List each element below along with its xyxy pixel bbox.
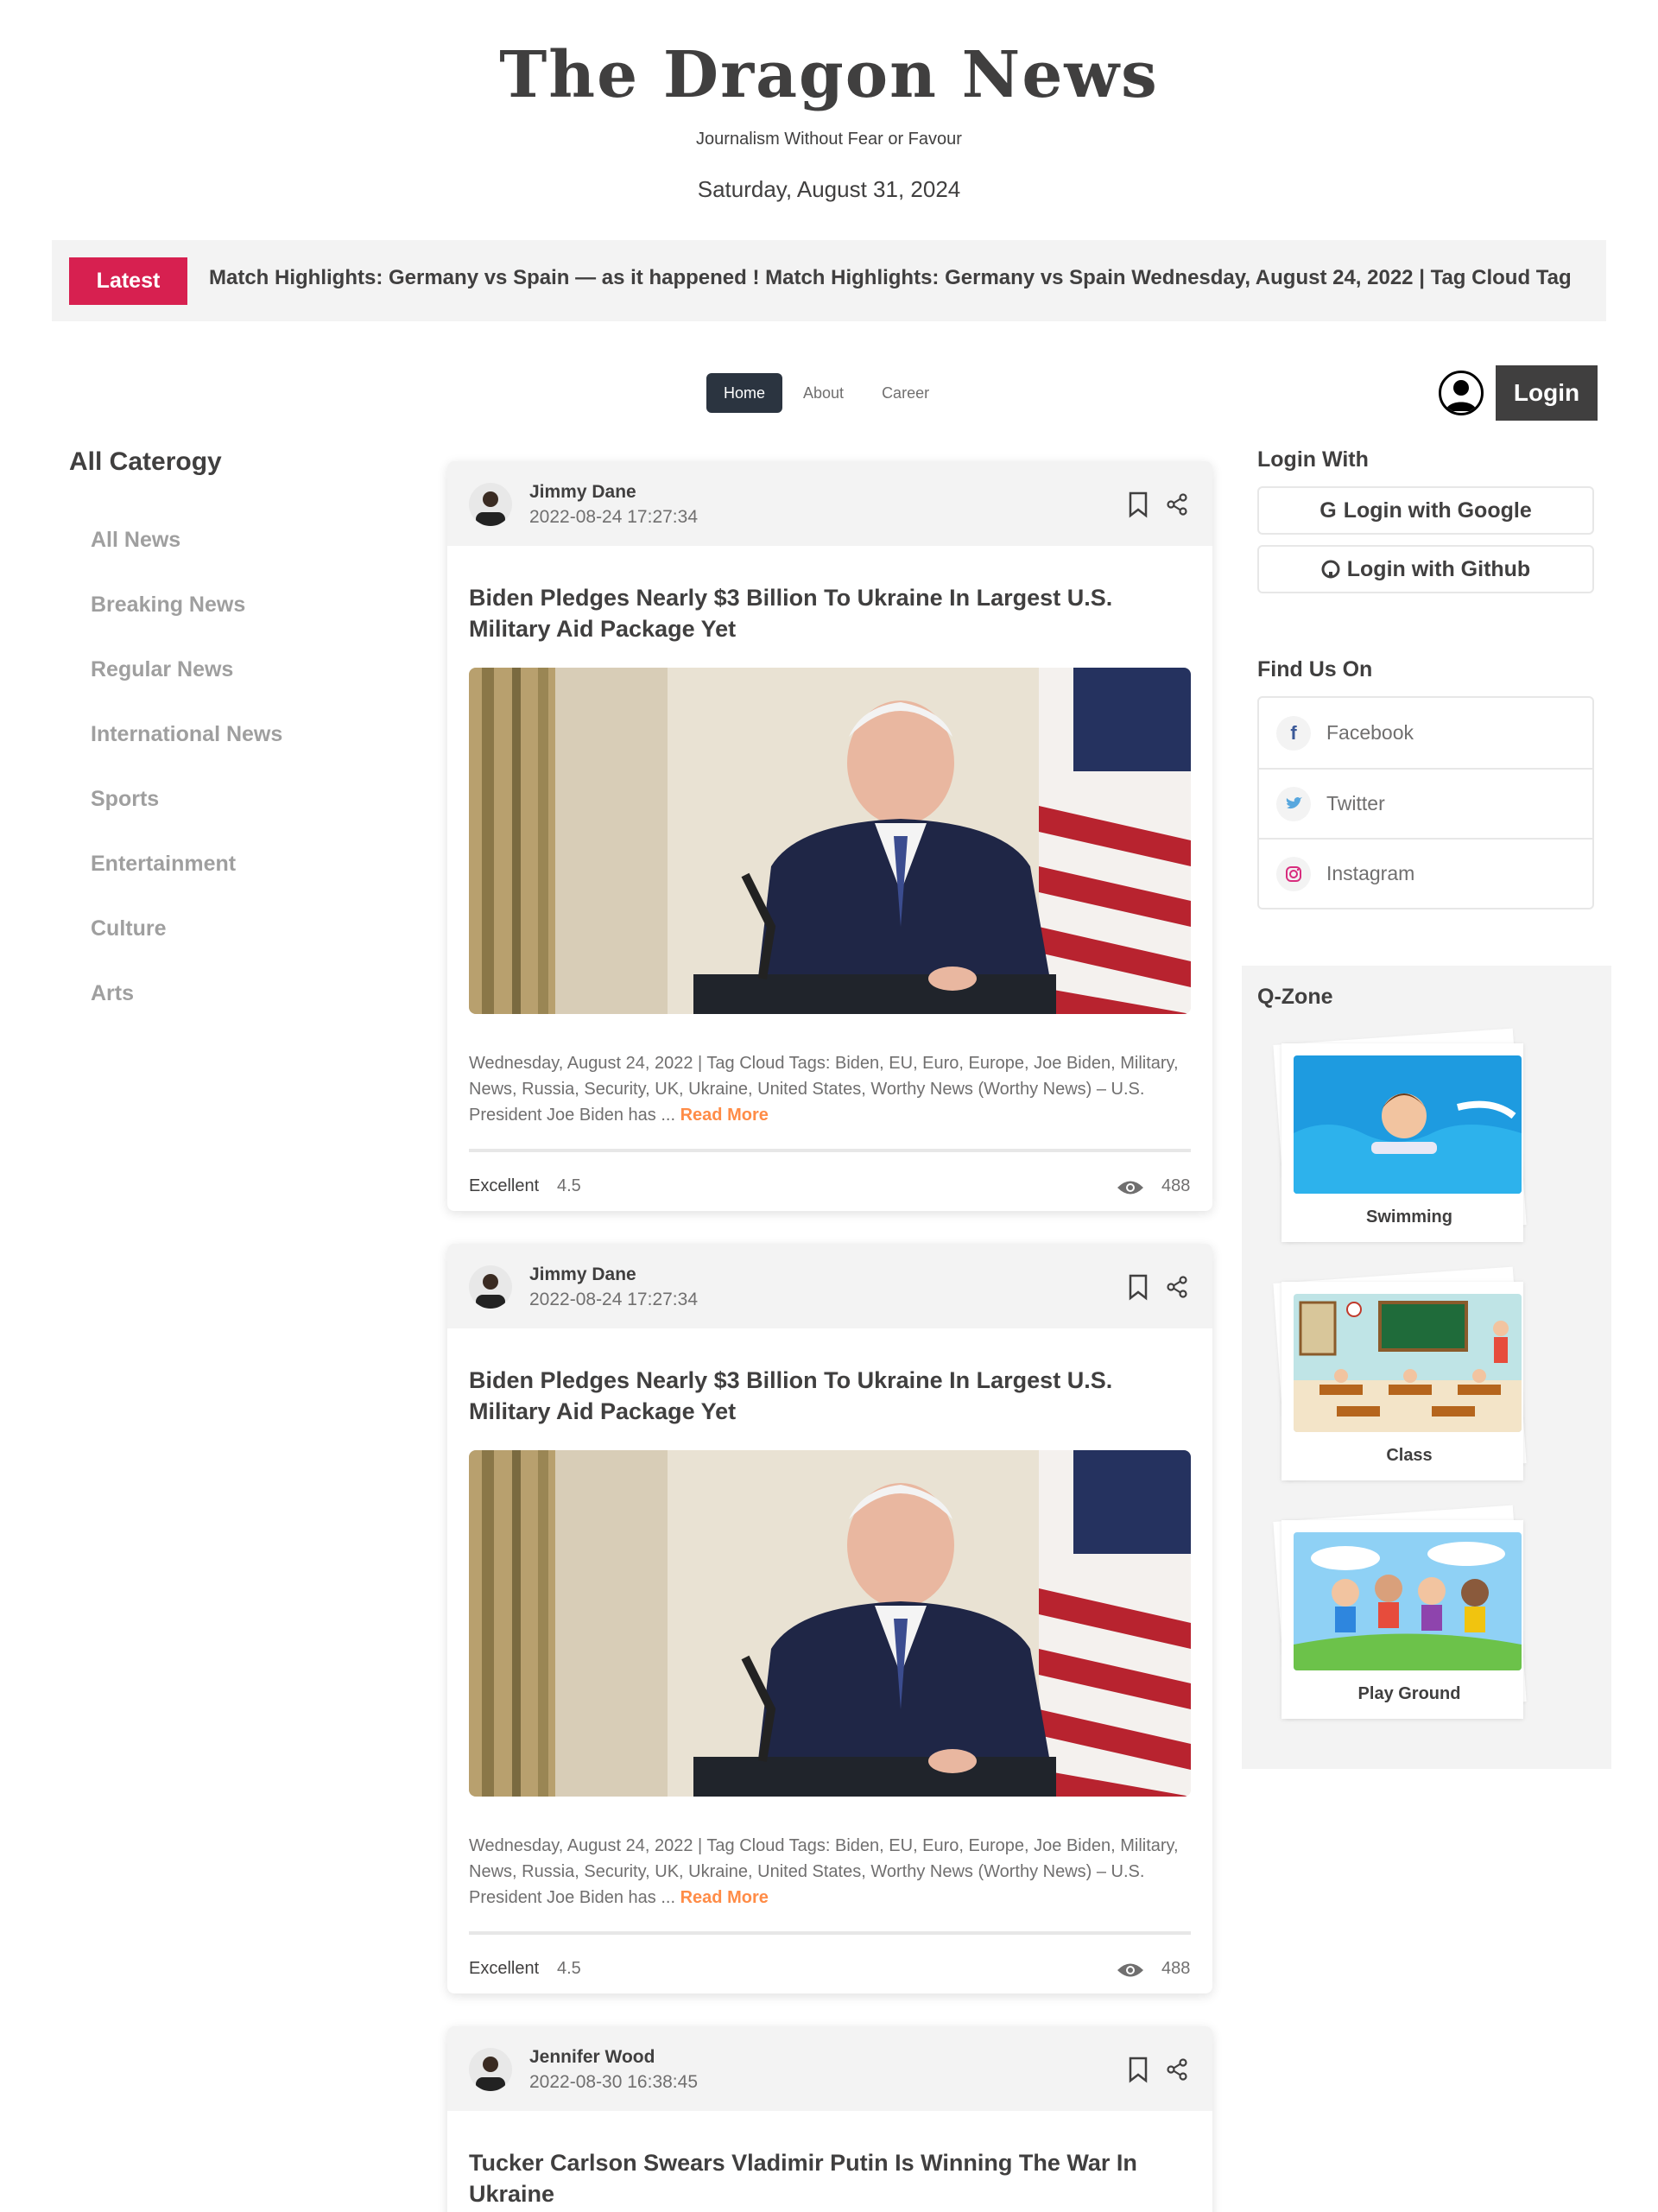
read-more-link[interactable]: Read More: [680, 1106, 769, 1125]
view-count: 488: [1161, 1176, 1191, 1195]
qzone-label: Class: [1386, 1446, 1433, 1465]
main-nav: Home About Career: [706, 373, 946, 413]
qzone-label: Swimming: [1365, 1207, 1452, 1226]
card-front: Swimming: [1281, 1043, 1523, 1242]
nav-career[interactable]: Career: [864, 373, 946, 413]
github-login-button[interactable]: Login with Github: [1257, 545, 1594, 593]
card-footer: Excellent 4.5 488: [469, 1935, 1191, 1993]
card-footer: Excellent 4.5 488: [469, 1152, 1191, 1211]
q-zone: Q-Zone Swimming Class Play Ground: [1242, 966, 1611, 1769]
github-icon: [1321, 560, 1340, 579]
qzone-heading: Q-Zone: [1257, 985, 1333, 1009]
share-icon[interactable]: [1166, 491, 1188, 518]
news-title[interactable]: Biden Pledges Nearly $3 Billion To Ukrai…: [469, 1365, 1191, 1427]
latest-ticker[interactable]: Match Highlights: Germany vs Spain — as …: [209, 266, 1599, 297]
news-excerpt: Wednesday, August 24, 2022 | Tag Cloud T…: [469, 1836, 1179, 1907]
right-sidebar: Login With G Login with Google Login wit…: [1257, 447, 1606, 910]
instagram-link[interactable]: Instagram: [1259, 838, 1592, 908]
news-excerpt: Wednesday, August 24, 2022 | Tag Cloud T…: [469, 1054, 1179, 1125]
rating-label: Excellent: [469, 1959, 540, 1978]
find-us-list: f Facebook Twitter Instagram: [1257, 696, 1594, 910]
bookmark-icon[interactable]: [1127, 491, 1149, 518]
author-name: Jimmy Dane: [529, 482, 636, 502]
class-image: [1294, 1294, 1522, 1432]
news-thumbnail[interactable]: [469, 668, 1191, 1014]
publish-date: 2022-08-24 17:27:34: [529, 507, 698, 527]
login-button[interactable]: Login: [1496, 365, 1598, 421]
category-item[interactable]: Arts: [69, 961, 397, 1026]
rating-value: 4.5: [557, 1959, 581, 1978]
category-item[interactable]: International News: [69, 702, 397, 767]
latest-badge: Latest: [69, 257, 187, 305]
author-avatar: [469, 2048, 512, 2091]
qzone-card-class[interactable]: Class: [1269, 1266, 1528, 1480]
news-card: Jennifer Wood 2022-08-30 16:38:45 Tucker…: [447, 2026, 1212, 2212]
find-us-heading: Find Us On: [1257, 657, 1373, 681]
latest-news-bar: Latest Match Highlights: Germany vs Spai…: [52, 240, 1606, 321]
site-tagline: Journalism Without Fear or Favour: [696, 130, 962, 149]
news-thumbnail[interactable]: [469, 1450, 1191, 1797]
qzone-label: Play Ground: [1357, 1684, 1461, 1703]
rating-label: Excellent: [469, 1176, 540, 1195]
playground-image: [1294, 1532, 1522, 1670]
author-avatar: [469, 483, 512, 526]
category-item[interactable]: Breaking News: [69, 573, 397, 637]
category-item[interactable]: Sports: [69, 767, 397, 832]
qzone-card-swimming[interactable]: Swimming: [1269, 1028, 1528, 1242]
eye-icon: [1117, 1963, 1143, 1977]
news-title[interactable]: Tucker Carlson Swears Vladimir Putin Is …: [469, 2147, 1191, 2209]
qzone-card-playground[interactable]: Play Ground: [1269, 1505, 1528, 1719]
facebook-link[interactable]: f Facebook: [1259, 698, 1592, 768]
card-header: Jimmy Dane 2022-08-24 17:27:34: [447, 1244, 1212, 1328]
category-sidebar: All Caterogy All News Breaking News Regu…: [69, 447, 397, 1026]
news-title[interactable]: Biden Pledges Nearly $3 Billion To Ukrai…: [469, 582, 1191, 644]
publish-date: 2022-08-30 16:38:45: [529, 2072, 698, 2092]
facebook-icon: f: [1276, 715, 1311, 751]
google-login-button[interactable]: G Login with Google: [1257, 486, 1594, 535]
share-icon[interactable]: [1166, 2056, 1188, 2083]
card-front: Class: [1281, 1282, 1523, 1480]
site-logo: The Dragon News: [499, 38, 1159, 112]
category-item[interactable]: Regular News: [69, 637, 397, 702]
category-item[interactable]: All News: [69, 508, 397, 573]
bookmark-icon[interactable]: [1127, 1273, 1149, 1301]
swimming-image: [1294, 1055, 1522, 1194]
author-name: Jennifer Wood: [529, 2047, 655, 2067]
card-header: Jennifer Wood 2022-08-30 16:38:45: [447, 2026, 1212, 2111]
current-date: Saturday, August 31, 2024: [697, 176, 961, 202]
card-header: Jimmy Dane 2022-08-24 17:27:34: [447, 461, 1212, 546]
view-count: 488: [1161, 1959, 1191, 1978]
eye-icon: [1117, 1181, 1143, 1195]
instagram-icon: [1276, 856, 1311, 891]
login-with-heading: Login With: [1257, 447, 1369, 472]
news-card: Jimmy Dane 2022-08-24 17:27:34 Biden Ple…: [447, 1244, 1212, 1993]
news-card: Jimmy Dane 2022-08-24 17:27:34 Biden Ple…: [447, 461, 1212, 1211]
twitter-link[interactable]: Twitter: [1259, 768, 1592, 838]
card-front: Play Ground: [1281, 1520, 1523, 1719]
bookmark-icon[interactable]: [1127, 2056, 1149, 2083]
category-item[interactable]: Entertainment: [69, 832, 397, 897]
twitter-icon: [1276, 786, 1311, 821]
user-avatar-icon[interactable]: [1439, 371, 1484, 415]
publish-date: 2022-08-24 17:27:34: [529, 1290, 698, 1309]
share-icon[interactable]: [1166, 1273, 1188, 1301]
google-icon: G: [1319, 498, 1337, 523]
category-item[interactable]: Culture: [69, 897, 397, 961]
category-heading: All Caterogy: [69, 447, 222, 476]
author-name: Jimmy Dane: [529, 1264, 636, 1284]
read-more-link[interactable]: Read More: [680, 1888, 769, 1907]
nav-home[interactable]: Home: [706, 373, 783, 413]
author-avatar: [469, 1265, 512, 1309]
nav-about[interactable]: About: [786, 373, 861, 413]
rating-value: 4.5: [557, 1176, 581, 1195]
